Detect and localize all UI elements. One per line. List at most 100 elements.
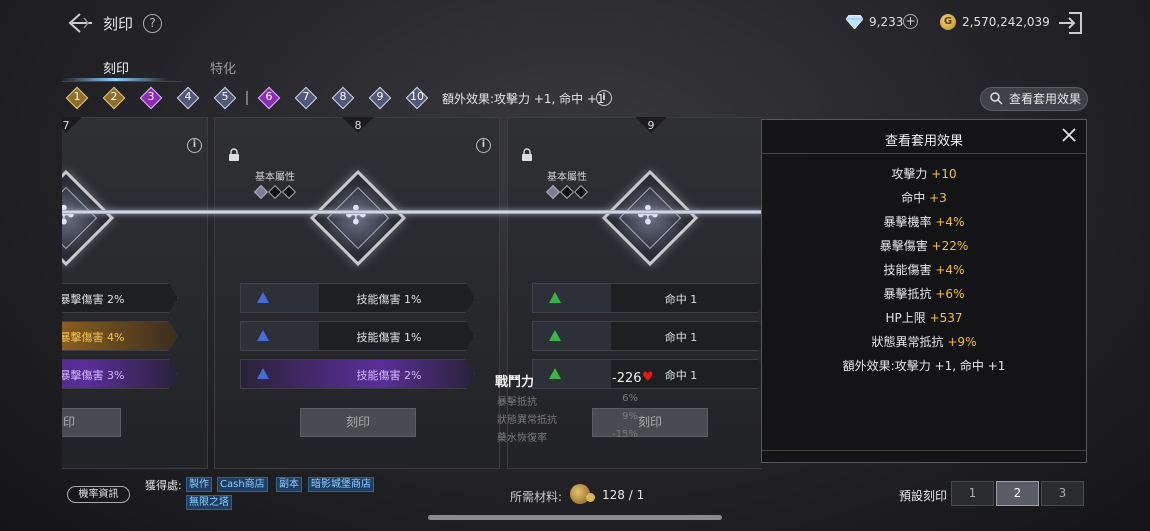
combat-stat-value: 9% <box>622 411 638 422</box>
card-number: 8 <box>354 119 362 132</box>
combat-stat-label: 藥水恢復率 <box>497 433 547 444</box>
source-link-cash-shop[interactable]: Cash商店 <box>217 477 268 492</box>
attribute-pip-filled <box>545 184 561 200</box>
info-icon[interactable]: i <box>476 138 491 153</box>
set-effect-row: 狀態異常抵抗 +9% <box>871 335 977 349</box>
stat-slot-1[interactable]: 暴擊傷害 2% <box>62 283 178 313</box>
combat-stat-value: -15% <box>612 429 638 440</box>
gold-coin-icon: G <box>940 14 956 30</box>
set-effect-row: 暴擊傷害 +22% <box>879 239 969 253</box>
level-1[interactable]: 1 <box>65 86 89 110</box>
stat-slot-2[interactable]: 暴擊傷害 4% <box>62 321 178 351</box>
preset-label: 預設刻印 <box>899 489 948 503</box>
panel-title: 查看套用效果 <box>884 134 963 149</box>
basic-attribute-label: 基本屬性 <box>547 172 587 183</box>
attribute-pip <box>573 184 589 200</box>
level-7[interactable]: 7 <box>294 86 318 110</box>
engrave-emblem-icon: ✣ <box>309 169 407 267</box>
required-materials-label: 所需材料: <box>510 490 563 504</box>
level-9[interactable]: 9 <box>368 86 392 110</box>
diamond-count: 9,233 <box>869 15 904 29</box>
level-4[interactable]: 4 <box>176 86 200 110</box>
lock-icon[interactable] <box>228 148 240 161</box>
close-icon[interactable] <box>1060 126 1078 144</box>
engrave-emblem-icon: ✣ <box>62 169 115 267</box>
preset-3-button[interactable]: 3 <box>1041 481 1084 506</box>
engrave-card-7[interactable]: 7 i ✣ 暴擊傷害 2% 暴擊傷害 4% 暴擊傷害 3% 刻印 <box>62 117 208 469</box>
stat-slot-1[interactable]: 技能傷害 1% <box>240 283 475 313</box>
source-link-dungeon[interactable]: 副本 <box>276 477 302 492</box>
level-8[interactable]: 8 <box>331 86 355 110</box>
home-indicator[interactable] <box>428 515 722 520</box>
required-materials-count: 128 / 1 <box>602 488 645 502</box>
gold-coin-icon <box>586 493 595 502</box>
preset-1-button[interactable]: 1 <box>951 481 994 506</box>
engrave-card-8[interactable]: 8 i 基本屬性 ✣ 技能傷害 1% 技能傷害 1% 技能傷害 2% 刻印 <box>214 117 500 469</box>
level-2[interactable]: 2 <box>102 86 126 110</box>
gold-count: 2,570,242,039 <box>962 15 1050 29</box>
stat-slot-1[interactable]: 命中 1 <box>532 283 762 313</box>
source-link-infinite-tower[interactable]: 無限之塔 <box>186 495 232 510</box>
view-set-effect-button[interactable]: 查看套用效果 <box>980 87 1088 111</box>
stat-slot-2[interactable]: 技能傷害 1% <box>240 321 475 351</box>
set-extra-effect: 額外效果:攻擊力 +1, 命中 +1 <box>842 359 1006 373</box>
engrave-chain-link <box>62 210 762 214</box>
level-10[interactable]: 10 <box>405 86 429 110</box>
obtain-source-label: 獲得處: <box>145 479 182 492</box>
tab-specialization[interactable]: 特化 <box>210 58 236 77</box>
set-effect-row: 暴擊抵抗 +6% <box>883 287 965 301</box>
page-title: 刻印 <box>103 15 134 33</box>
attribute-pip <box>267 184 283 200</box>
attribute-pip <box>559 184 575 200</box>
stat-slot-3[interactable]: 暴擊傷害 3% <box>62 359 178 389</box>
info-icon[interactable]: i <box>187 138 202 153</box>
combat-power-label: 戰鬥力 <box>495 375 535 390</box>
tab-engrave[interactable]: 刻印 <box>103 58 129 77</box>
exit-icon[interactable] <box>1057 10 1084 36</box>
combat-stat-value: 6% <box>622 393 638 404</box>
panel-header: 查看套用效果 <box>762 120 1086 154</box>
info-icon[interactable]: i <box>596 90 612 106</box>
level-3[interactable]: 3 <box>139 86 163 110</box>
help-icon[interactable]: ? <box>143 14 162 33</box>
set-effect-panel: 查看套用效果 攻擊力 +10 命中 +3 暴擊機率 +4% 暴擊傷害 +22% … <box>761 119 1087 463</box>
top-bar: 刻印 ? 9,233 + G 2,570,242,039 <box>0 0 1150 48</box>
level-5[interactable]: 5 <box>213 86 237 110</box>
card-number: 7 <box>62 119 70 132</box>
combat-power-change: -226 <box>612 371 642 386</box>
lock-icon[interactable] <box>521 148 533 161</box>
panel-divider <box>762 450 1086 451</box>
decrease-heart-icon: ♥ <box>642 370 654 385</box>
level-separator <box>246 91 248 105</box>
set-effect-row: 暴擊機率 +4% <box>883 215 965 229</box>
stat-slot-2[interactable]: 命中 1 <box>532 321 762 351</box>
probability-info-button[interactable]: 機率資訊 <box>67 486 130 503</box>
active-tab-indicator <box>62 78 168 81</box>
card-number: 9 <box>647 119 655 132</box>
attribute-pip <box>281 184 297 200</box>
engrave-button[interactable]: 刻印 <box>62 408 121 437</box>
set-effect-row: HP上限 +537 <box>885 311 963 325</box>
source-link-craft[interactable]: 製作 <box>186 477 212 492</box>
level-6[interactable]: 6 <box>257 86 281 110</box>
source-link-shadow-castle-shop[interactable]: 暗影城堡商店 <box>308 477 374 492</box>
set-effect-row: 技能傷害 +4% <box>883 263 965 277</box>
basic-attribute-label: 基本屬性 <box>255 172 295 183</box>
diamond-icon <box>846 15 863 29</box>
stat-slot-3[interactable]: 技能傷害 2% <box>240 359 475 389</box>
set-effect-row: 攻擊力 +10 <box>891 167 957 181</box>
bonus-effect-text: 額外效果:攻擊力 +1, 命中 +1 <box>442 92 605 106</box>
preset-2-button[interactable]: 2 <box>996 481 1039 506</box>
view-set-effect-label: 查看套用效果 <box>1009 92 1082 106</box>
combat-stat-label: 狀態異常抵抗 <box>497 415 557 426</box>
tab-divider <box>62 81 182 82</box>
search-icon <box>990 92 1003 105</box>
combat-stat-label: 暴擊抵抗 <box>497 397 537 408</box>
add-diamonds-button[interactable]: + <box>903 14 918 29</box>
back-arrow-icon[interactable] <box>66 10 94 36</box>
engrave-emblem-icon: ✣ <box>601 169 699 267</box>
set-effect-row: 命中 +3 <box>901 191 947 205</box>
engrave-cards: 7 i ✣ 暴擊傷害 2% 暴擊傷害 4% 暴擊傷害 3% 刻印 8 i 基本屬… <box>62 117 762 469</box>
attribute-pip-filled <box>253 184 269 200</box>
engrave-button[interactable]: 刻印 <box>300 408 416 437</box>
